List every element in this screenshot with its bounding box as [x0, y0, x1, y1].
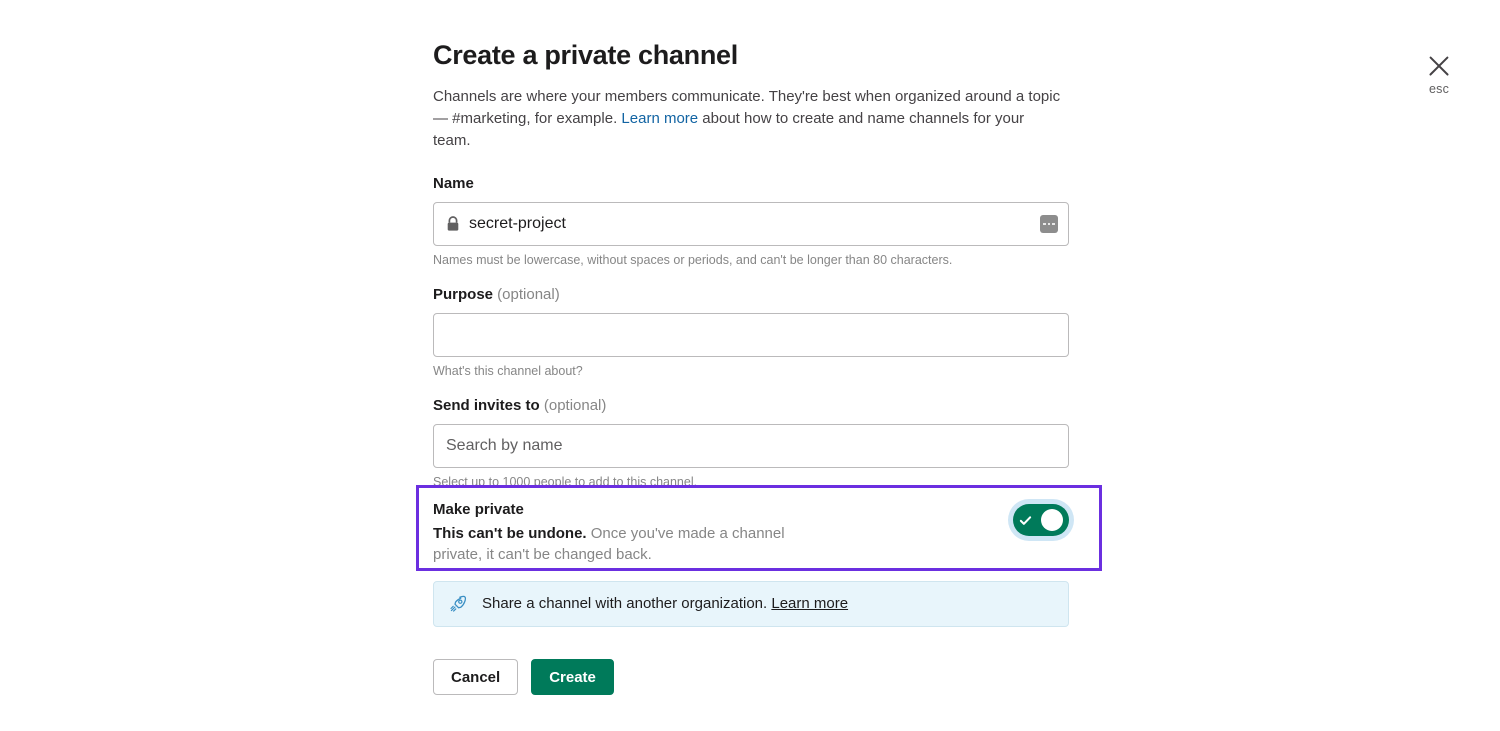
- invites-input-placeholder: Search by name: [446, 436, 563, 456]
- make-private-description: This can't be undone. Once you've made a…: [433, 523, 833, 565]
- name-field-hint: Names must be lowercase, without spaces …: [433, 252, 1069, 269]
- learn-more-link[interactable]: Learn more: [621, 110, 698, 127]
- name-field-label: Name: [433, 174, 1069, 194]
- purpose-field-block: Purpose (optional) What's this channel a…: [433, 285, 1069, 380]
- purpose-field-label: Purpose (optional): [433, 285, 1069, 305]
- purpose-field-hint: What's this channel about?: [433, 363, 1069, 380]
- invites-optional-text: (optional): [540, 397, 607, 414]
- page-title: Create a private channel: [433, 38, 1069, 72]
- cancel-button[interactable]: Cancel: [433, 659, 518, 695]
- share-learn-more-link[interactable]: Learn more: [771, 595, 848, 612]
- purpose-label-text: Purpose: [433, 286, 493, 303]
- make-private-text: Make private This can't be undone. Once …: [433, 500, 953, 565]
- make-private-warning: This can't be undone.: [433, 525, 587, 542]
- lock-icon: [446, 216, 460, 232]
- invites-label-text: Send invites to: [433, 397, 540, 414]
- dialog-description: Channels are where your members communic…: [433, 86, 1065, 152]
- make-private-row: Make private This can't be undone. Once …: [433, 500, 1085, 565]
- share-banner-message: Share a channel with another organizatio…: [482, 595, 771, 612]
- invites-field-block: Send invites to (optional) Search by nam…: [433, 396, 1069, 491]
- name-input[interactable]: secret-project: [433, 202, 1069, 246]
- dialog-content: Create a private channel Channels are wh…: [433, 38, 1069, 507]
- esc-label: esc: [1429, 82, 1449, 96]
- rocket-icon: [448, 594, 468, 614]
- name-field-block: Name secret-project Names must be lowerc…: [433, 174, 1069, 269]
- close-modal-button[interactable]: esc: [1416, 52, 1462, 96]
- share-banner-text: Share a channel with another organizatio…: [482, 594, 848, 614]
- name-input-value: secret-project: [469, 214, 566, 234]
- purpose-optional-text: (optional): [493, 286, 560, 303]
- check-icon: [1019, 514, 1032, 527]
- make-private-toggle[interactable]: [1013, 504, 1069, 536]
- purpose-input[interactable]: [433, 313, 1069, 357]
- make-private-title: Make private: [433, 500, 953, 520]
- emoji-picker-icon[interactable]: [1040, 215, 1058, 233]
- create-channel-modal: esc Create a private channel Channels ar…: [0, 0, 1500, 731]
- create-button[interactable]: Create: [531, 659, 614, 695]
- dialog-footer: Cancel Create: [433, 659, 614, 695]
- invites-field-label: Send invites to (optional): [433, 396, 1069, 416]
- invites-search-input[interactable]: Search by name: [433, 424, 1069, 468]
- share-channel-banner[interactable]: Share a channel with another organizatio…: [433, 581, 1069, 627]
- close-icon: [1426, 52, 1452, 78]
- toggle-knob: [1041, 509, 1063, 531]
